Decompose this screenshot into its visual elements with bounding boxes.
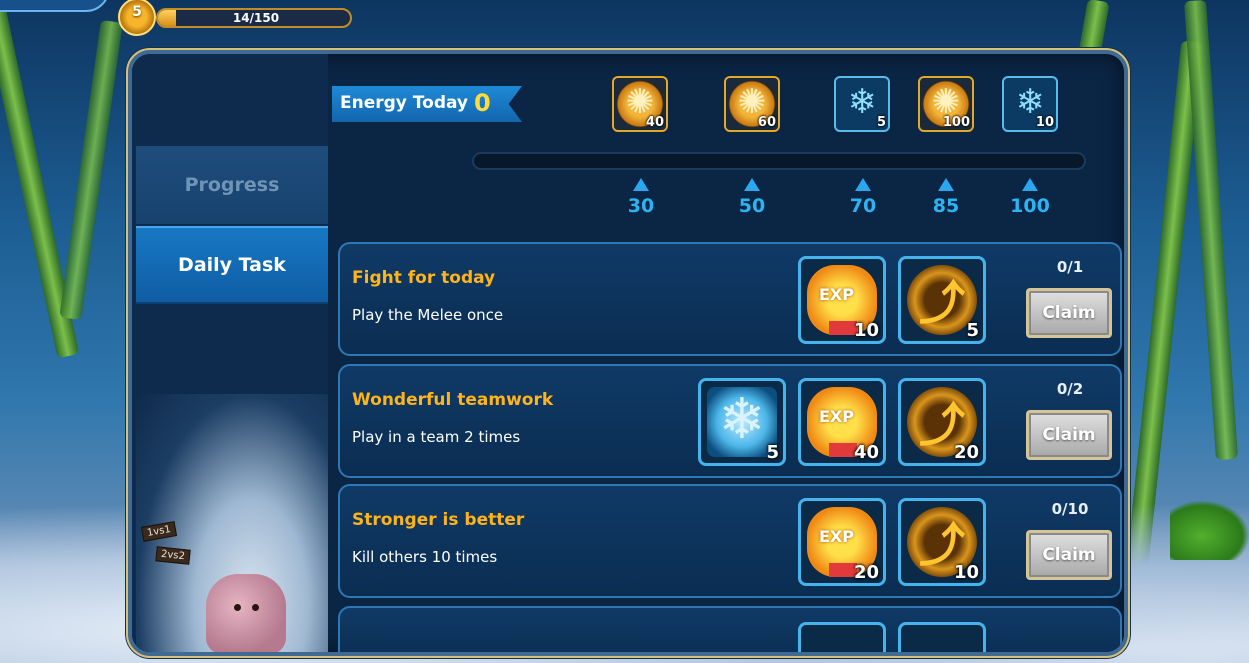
bamboo-decoration (59, 19, 123, 321)
task-description: Kill others 10 times (352, 548, 498, 566)
reward-slot (798, 622, 886, 652)
task-progress: 0/10 (1051, 500, 1089, 518)
milestone-reward-70[interactable]: ❄ 5 (834, 76, 890, 132)
level-badge: 5 (114, 0, 162, 36)
tab-progress[interactable]: Progress (136, 146, 328, 224)
reward-count: 100 (942, 115, 970, 130)
energy-value: 0 (474, 89, 491, 117)
xp-bar: 14/150 (156, 8, 352, 28)
mascot-creature (206, 574, 286, 652)
ribbon-icon (829, 321, 857, 335)
mascot-eye (252, 604, 259, 611)
milestone-reward-85[interactable]: ✺ 100 (918, 76, 974, 132)
sign-1vs1: 1vs1 (140, 521, 177, 542)
reward-count: 10 (1035, 115, 1054, 130)
exp-star-icon[interactable]: EXP 10 (798, 256, 886, 344)
up-triangle-icon (938, 178, 954, 191)
reward-count: 5 (876, 115, 886, 130)
claim-button[interactable]: Claim (1026, 530, 1112, 580)
milestone-threshold: 50 (738, 195, 766, 217)
reward-count: 5 (966, 320, 979, 341)
milestone-marker: 85 (921, 178, 971, 217)
reward-count: 40 (645, 115, 664, 130)
reward-count: 40 (853, 442, 879, 463)
gold-arrow-icon[interactable]: ⤴ 10 (898, 498, 986, 586)
milestone-reward-30[interactable]: ✺ 40 (612, 76, 668, 132)
energy-progress-bar (472, 152, 1086, 170)
gold-arrow-icon[interactable]: ⤴ 5 (898, 256, 986, 344)
daily-task-panel: Progress Daily Task 1vs1 2vs2 Energy Tod… (128, 50, 1128, 656)
task-progress: 0/1 (1056, 258, 1084, 276)
task-description: Play the Melee once (352, 306, 504, 324)
reward-count: 10 (853, 320, 879, 341)
snowflake-icon[interactable]: ❄ 5 (698, 378, 786, 466)
task-description: Play in a team 2 times (352, 428, 521, 446)
gold-arrow-icon[interactable]: ⤴ 20 (898, 378, 986, 466)
task-card-partial (338, 606, 1122, 652)
reward-count: 60 (757, 115, 776, 130)
exp-star-icon[interactable]: EXP 20 (798, 498, 886, 586)
up-triangle-icon (1022, 178, 1038, 191)
exp-star-icon[interactable]: EXP 40 (798, 378, 886, 466)
claim-button[interactable]: Claim (1026, 410, 1112, 460)
xp-text: 14/150 (232, 11, 280, 25)
milestone-marker: 50 (727, 178, 777, 217)
ribbon-icon (829, 443, 857, 457)
energy-banner: Energy Today 0 (332, 86, 522, 122)
milestone-marker: 30 (616, 178, 666, 217)
reward-count: 20 (853, 562, 879, 583)
sidebar-scene-illustration: 1vs1 2vs2 (136, 394, 328, 652)
reward-slot (898, 622, 986, 652)
task-title: Wonderful teamwork (352, 390, 554, 410)
sign-2vs2: 2vs2 (155, 546, 191, 565)
exp-label: EXP (819, 407, 854, 426)
leaf-decoration (1170, 500, 1249, 560)
reward-count: 10 (953, 562, 979, 583)
task-card: Wonderful teamwork Play in a team 2 time… (338, 364, 1122, 478)
signpost: 1vs1 2vs2 (140, 521, 191, 584)
milestone-reward-100[interactable]: ❄ 10 (1002, 76, 1058, 132)
milestone-threshold: 70 (849, 195, 877, 217)
level-number: 5 (132, 4, 142, 20)
milestone-marker: 70 (838, 178, 888, 217)
task-progress: 0/2 (1056, 380, 1084, 398)
up-triangle-icon (633, 178, 649, 191)
task-card: Fight for today Play the Melee once EXP 1… (338, 242, 1122, 356)
milestone-marker: 100 (1005, 178, 1055, 217)
player-hud: 5 14/150 (0, 0, 420, 40)
claim-button[interactable]: Claim (1026, 288, 1112, 338)
exp-label: EXP (819, 527, 854, 546)
up-triangle-icon (855, 178, 871, 191)
reward-count: 5 (766, 442, 779, 463)
mascot-eye (234, 604, 241, 611)
task-title: Stronger is better (352, 510, 525, 530)
milestone-reward-50[interactable]: ✺ 60 (724, 76, 780, 132)
reward-count: 20 (953, 442, 979, 463)
bamboo-decoration (1183, 0, 1239, 461)
up-triangle-icon (744, 178, 760, 191)
task-card: Stronger is better Kill others 10 times E… (338, 484, 1122, 598)
sidebar: Progress Daily Task 1vs1 2vs2 (132, 54, 328, 652)
task-title: Fight for today (352, 268, 496, 288)
energy-label: Energy Today (340, 93, 469, 113)
tab-daily-task[interactable]: Daily Task (136, 226, 328, 304)
milestone-threshold: 100 (1010, 195, 1050, 217)
ribbon-icon (829, 563, 857, 577)
milestone-threshold: 85 (932, 195, 960, 217)
milestone-threshold: 30 (627, 195, 655, 217)
exp-label: EXP (819, 285, 854, 304)
back-button[interactable] (0, 0, 110, 12)
